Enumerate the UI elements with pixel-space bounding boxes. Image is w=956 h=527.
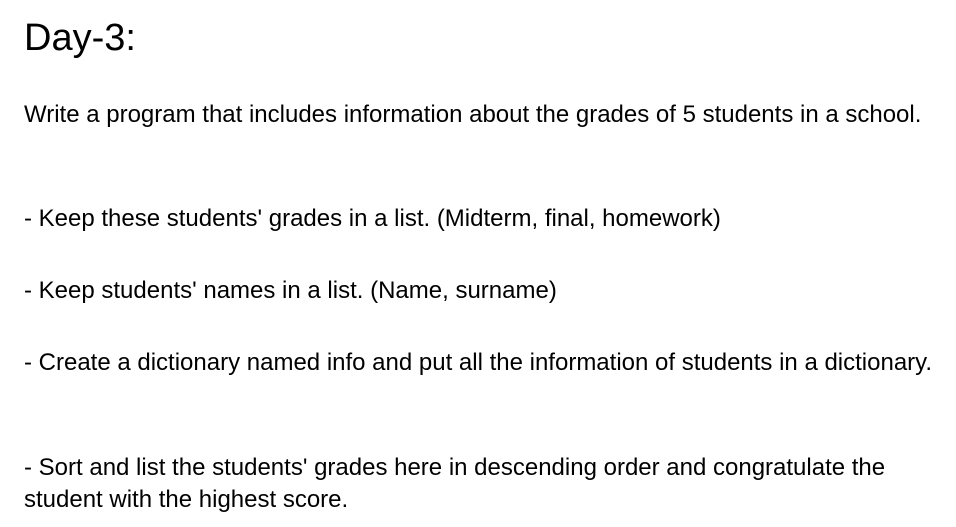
task-item-grades: - Keep these students' grades in a list.…: [24, 205, 721, 232]
page-title: Day-3:: [24, 17, 136, 59]
task-item-names: - Keep students' names in a list. (Name,…: [24, 277, 557, 304]
task-item-sort: - Sort and list the students' grades her…: [24, 454, 886, 513]
task-item-dictionary: - Create a dictionary named info and put…: [24, 349, 933, 376]
intro-paragraph: Write a program that includes informatio…: [24, 101, 922, 128]
